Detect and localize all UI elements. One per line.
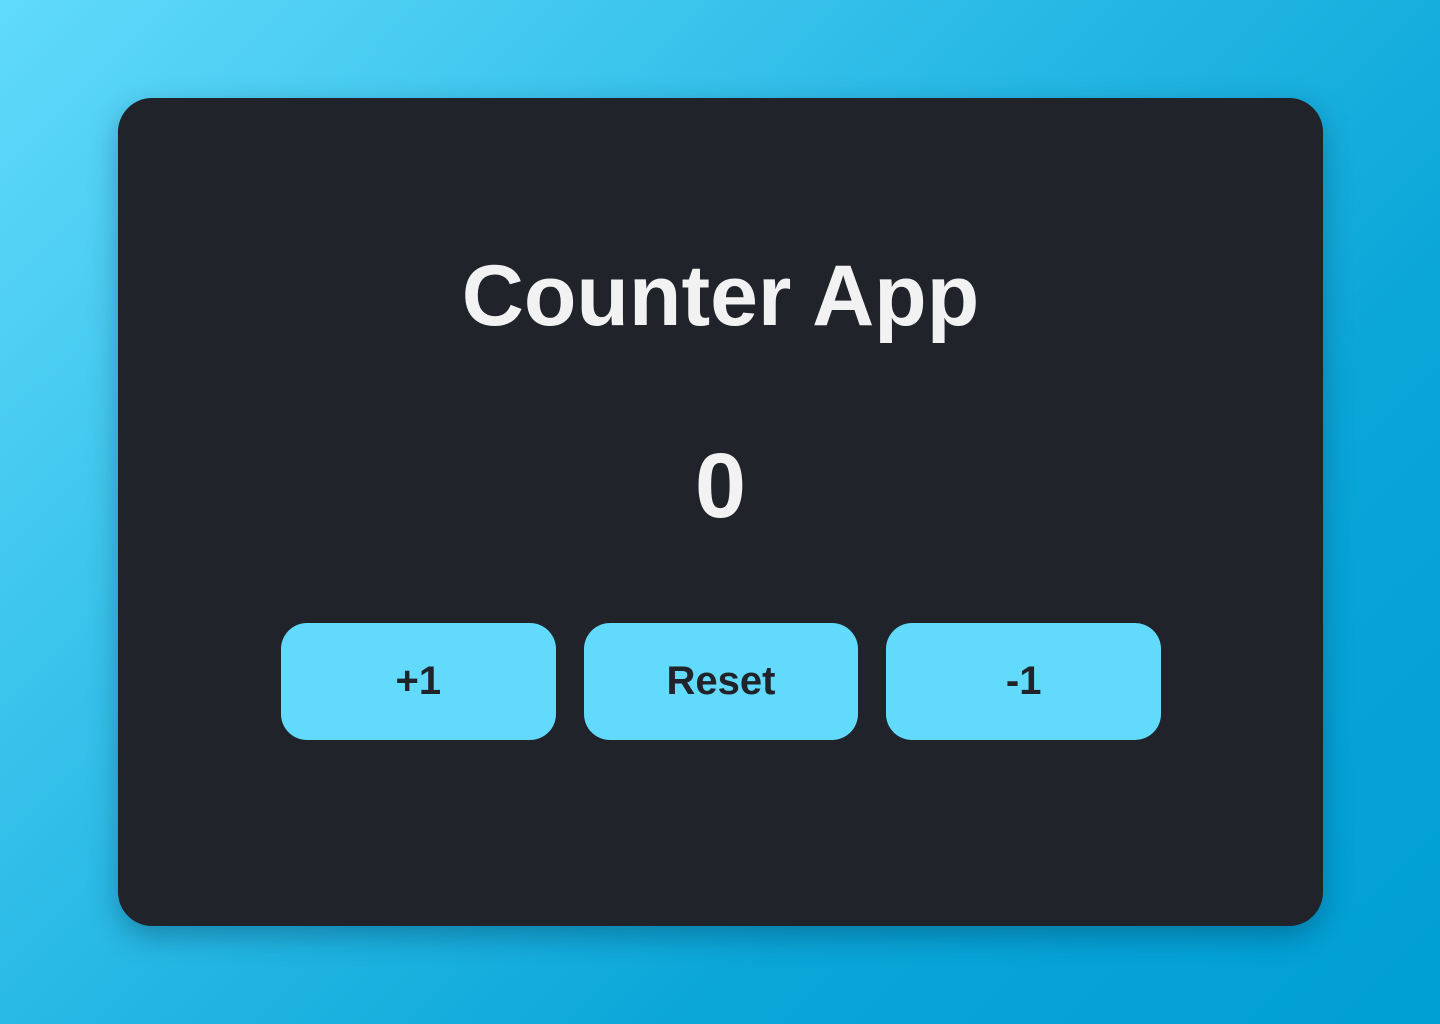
increment-button[interactable]: +1 [281,623,556,740]
button-row: +1 Reset -1 [281,623,1162,740]
counter-card: Counter App 0 +1 Reset -1 [118,98,1323,926]
counter-value: 0 [694,435,747,537]
reset-button[interactable]: Reset [583,623,859,740]
decrement-button[interactable]: -1 [886,623,1162,740]
page-title: Counter App [461,248,980,344]
